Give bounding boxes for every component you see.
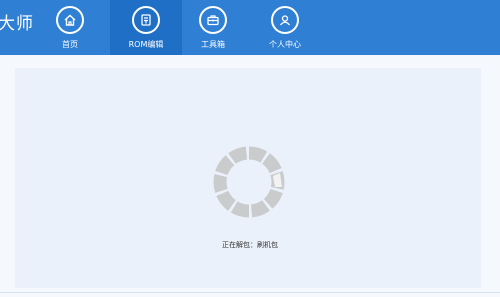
nav-tab-toolbox-label: 工具箱 [201,40,225,49]
loading-spinner [210,143,288,225]
bottom-divider [0,292,500,293]
nav-tab-home-label: 首页 [62,40,78,49]
unpack-status-text: 正在解包：刷机包 [222,241,278,249]
toolbox-icon [199,6,227,34]
nav-tab-user-center[interactable]: 个人中心 [254,0,316,55]
nav-tab-toolbox[interactable]: 工具箱 [182,0,244,55]
nav-tab-rom-edit[interactable]: ROM编辑 [110,0,182,55]
home-icon [56,6,84,34]
nav-tab-user-center-label: 个人中心 [269,40,301,49]
nav-tab-rom-edit-label: ROM编辑 [128,40,164,49]
nav-tab-home[interactable]: 首页 [45,0,95,55]
user-icon [271,6,299,34]
app-logo: 大师 [0,14,34,34]
rom-edit-icon [132,6,160,34]
top-bar: 大师 首页 ROM编辑 工具箱 个人中心 [0,0,500,55]
